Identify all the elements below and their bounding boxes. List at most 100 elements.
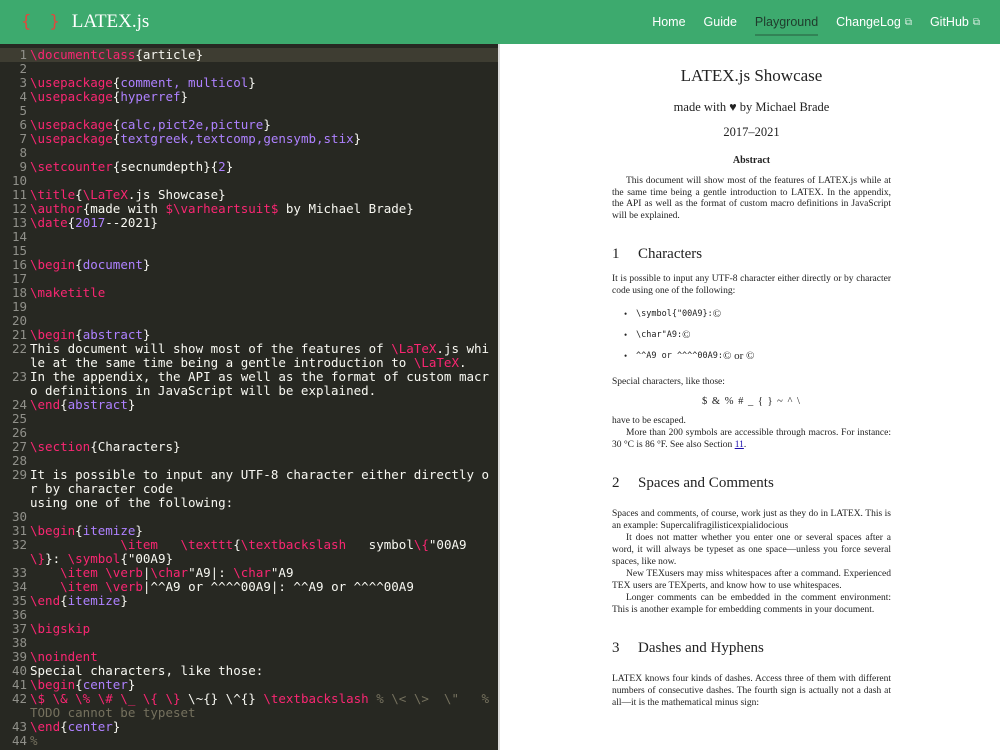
code-text: \bigskip (30, 622, 498, 636)
editor-line[interactable]: 7 \usepackage{textgreek,textcomp,gensymb,… (0, 132, 498, 146)
code-token: calc,pict2e,picture (120, 117, 264, 132)
code-text: It is possible to input any UTF-8 charac… (30, 468, 498, 510)
code-token: { (75, 523, 83, 538)
editor-line[interactable]: 20 (0, 314, 498, 328)
nav-link-guide[interactable]: Guide (704, 12, 737, 32)
line-number: 24 (11, 397, 27, 412)
code-token: |^^A9 or ^^^^00A9|: ^^A9 or ^^^^00A9 (142, 579, 414, 594)
editor-line[interactable]: 3 \usepackage{comment, multicol} (0, 76, 498, 90)
line-number: 33 (11, 565, 27, 580)
editor-line[interactable]: 10 (0, 174, 498, 188)
editor-line[interactable]: 42 \$ \& \% \# \_ \{ \} \~{} \^{} \textba… (0, 692, 498, 720)
code-token: } (180, 89, 189, 104)
line-number: 40 (11, 663, 27, 678)
editor-line[interactable]: 37 \bigskip (0, 622, 498, 636)
nav-link-github[interactable]: GitHub ⧉ (930, 12, 980, 32)
editor-line[interactable]: 25 (0, 412, 498, 426)
code-text: \usepackage{hyperref} (30, 90, 498, 104)
editor-line[interactable]: 40 Special characters, like those: (0, 664, 498, 678)
editor-line[interactable]: 13 \date{2017--2021} (0, 216, 498, 230)
code-token: symbol (346, 537, 414, 552)
editor-line[interactable]: 38 (0, 636, 498, 650)
code-token: abstract (67, 397, 128, 412)
editor-line[interactable]: 19 (0, 300, 498, 314)
code-token: \end (30, 593, 61, 608)
line-number: 13 (11, 215, 27, 230)
code-token: \usepackage (30, 89, 113, 104)
editor-line[interactable]: 17 (0, 272, 498, 286)
code-token: } (112, 719, 121, 734)
editor-line[interactable]: 21 \begin{abstract} (0, 328, 498, 342)
code-text: \begin{abstract} (30, 328, 498, 342)
section-link[interactable]: 11 (735, 440, 744, 450)
editor-line[interactable]: 16 \begin{document} (0, 258, 498, 272)
code-text: \item \verb|^^A9 or ^^^^00A9|: ^^A9 or ^… (30, 580, 498, 594)
editor-line[interactable]: 35 \end{itemize} (0, 594, 498, 608)
editor-line[interactable]: 6 \usepackage{calc,pict2e,picture} (0, 118, 498, 132)
editor-line[interactable]: 27 \section{Characters} (0, 440, 498, 454)
line-number: 10 (11, 173, 27, 188)
doc-title: LATEX.js Showcase (680, 66, 823, 85)
editor-line[interactable]: 26 (0, 426, 498, 440)
editor-line[interactable]: 14 (0, 230, 498, 244)
line-number: 5 (19, 103, 27, 118)
latex-source-editor[interactable]: 1 \documentclass{article} 2 3 \usepackage{c… (0, 44, 498, 750)
bullet-list: • \symbol{"00A9}: © • \char"A9: © • ^^A9 or ^… (624, 303, 891, 366)
nav-link-playground[interactable]: Playground (754, 12, 819, 36)
bullet-icon: • (624, 308, 628, 319)
list-item: • \symbol{"00A9}: © (624, 303, 891, 324)
paragraph: It does not matter whether you enter one… (612, 533, 891, 567)
line-number: 36 (11, 607, 27, 622)
editor-line[interactable]: 8 (0, 146, 498, 160)
editor-line[interactable]: 39 \noindent (0, 650, 498, 664)
editor-line[interactable]: 30 (0, 510, 498, 524)
editor-line[interactable]: 9 \setcounter{secnumdepth}{2} (0, 160, 498, 174)
editor-line[interactable]: 5 (0, 104, 498, 118)
editor-line[interactable]: 34 \item \verb|^^A9 or ^^^^00A9|: ^^A9 o… (0, 580, 498, 594)
editor-line[interactable]: 11 \title{\LaTeX.js Showcase} (0, 188, 498, 202)
editor-line[interactable]: 23 In the appendix, the API as well as th… (0, 370, 498, 398)
editor-line[interactable]: 18 \maketitle (0, 286, 498, 300)
line-number: 25 (11, 411, 27, 426)
nav-link-home[interactable]: Home (652, 12, 685, 32)
code-token: { (60, 719, 68, 734)
line-number: 23 (11, 369, 27, 384)
editor-line[interactable]: 15 (0, 244, 498, 258)
paragraph: It is possible to input any UTF-8 charac… (612, 274, 891, 296)
editor-line[interactable]: 2 (0, 62, 498, 76)
brand-logo[interactable]: { } LATEX.js (21, 0, 149, 44)
editor-line[interactable]: 12 \author{made with $\varheartsuit$ by M… (0, 202, 498, 216)
editor-line[interactable]: 28 (0, 454, 498, 468)
editor-line[interactable]: 24 \end{abstract} (0, 398, 498, 412)
editor-line[interactable]: 22 This document will show most of the fe… (0, 342, 498, 370)
code-token: \end (30, 397, 61, 412)
editor-line[interactable]: 41 \begin{center} (0, 678, 498, 692)
code-token: by Michael Brade} (278, 201, 414, 216)
code-text: \date{2017--2021} (30, 216, 498, 230)
code-text: \usepackage{calc,pict2e,picture} (30, 118, 498, 132)
editor-line[interactable]: 32 \item \texttt{\textbackslash symbol\{… (0, 538, 498, 566)
code-text: \end{itemize} (30, 594, 498, 608)
nav-link-changelog[interactable]: ChangeLog ⧉ (836, 12, 912, 32)
editor-line[interactable]: 4 \usepackage{hyperref} (0, 90, 498, 104)
code-token: } (120, 593, 128, 608)
item-result: © or © (723, 349, 755, 362)
editor-line[interactable]: 1 \documentclass{article} (0, 48, 498, 62)
line-number: 14 (11, 229, 27, 244)
editor-line[interactable]: 33 \item \verb|\char"A9|: \char"A9 (0, 566, 498, 580)
editor-line[interactable]: 31 \begin{itemize} (0, 524, 498, 538)
editor-line[interactable]: 29 It is possible to input any UTF-8 char… (0, 468, 498, 510)
line-number: 35 (11, 593, 27, 608)
line-number: 21 (11, 327, 27, 342)
editor-line[interactable]: 44% (0, 734, 498, 748)
list-item: • \char"A9: © (624, 324, 891, 345)
editor-line[interactable]: 43 \end{center} (0, 720, 498, 734)
editor-line[interactable]: 36 (0, 608, 498, 622)
code-token: \verb (105, 565, 143, 580)
brand-name: LATEX.js (71, 11, 150, 32)
